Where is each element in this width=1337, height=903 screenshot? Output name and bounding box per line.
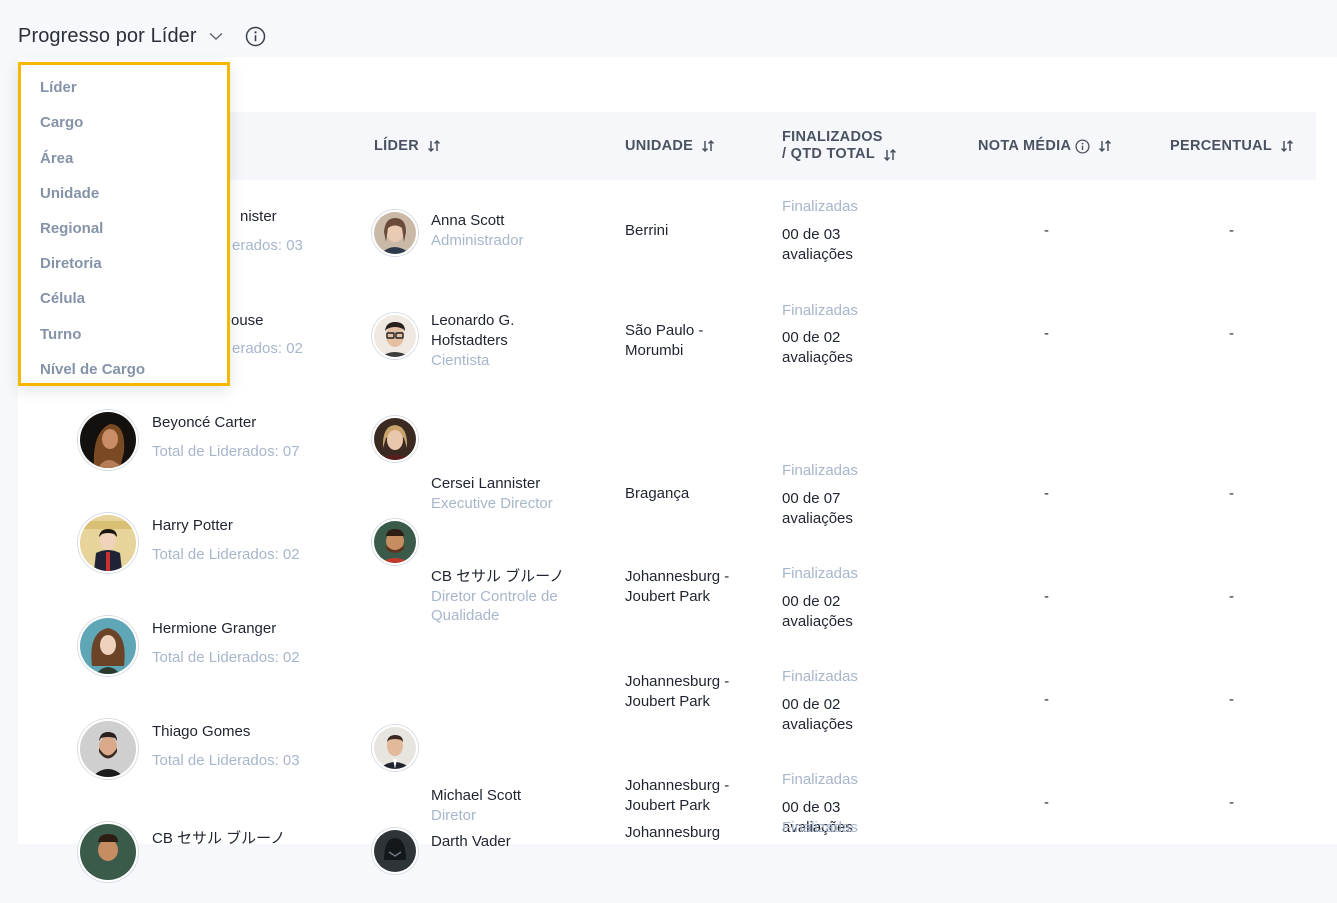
finalized-label: Finalizadas bbox=[782, 771, 858, 788]
unit-value: Berrini bbox=[625, 222, 669, 239]
column-header-avg[interactable]: NOTA MÉDIA bbox=[978, 112, 1112, 180]
average-score: - bbox=[1044, 222, 1049, 239]
row-name: ouse bbox=[231, 312, 264, 329]
leader-avatar bbox=[372, 210, 418, 256]
leader-name: Anna Scott bbox=[431, 212, 505, 229]
column-header-leader[interactable]: LÍDER bbox=[374, 112, 441, 180]
row-name: Beyoncé Carter bbox=[152, 414, 257, 431]
group-by-dropdown[interactable]: Líder Cargo Área Unidade Regional Direto… bbox=[18, 62, 230, 386]
leader-role: Cientista bbox=[431, 352, 490, 369]
column-header-unit[interactable]: UNIDADE bbox=[625, 112, 715, 180]
row-name: CB セサル ブルーノ bbox=[152, 830, 286, 847]
column-header-percent-label: PERCENTUAL bbox=[1170, 138, 1273, 154]
leader-role: Administrador bbox=[431, 232, 524, 249]
leader-avatar bbox=[372, 313, 418, 359]
leader-avatar bbox=[372, 416, 418, 462]
table-row[interactable]: CB セサル ブルーノ Darth Vader Johannesburg Fin… bbox=[18, 800, 1316, 903]
row-subordinates-count: erados: 03 bbox=[232, 237, 303, 254]
table-row[interactable]: Thiago Gomes Total de Liderados: 03 Mich… bbox=[18, 697, 1316, 836]
finalized-label: Finalizadas bbox=[782, 819, 858, 836]
table-row[interactable]: Harry Potter Total de Liderados: 02 CB セ… bbox=[18, 491, 1316, 630]
column-header-avg-label: NOTA MÉDIA bbox=[978, 138, 1072, 154]
leader-avatar bbox=[372, 519, 418, 565]
finalized-value: 00 de 02 avaliações bbox=[782, 329, 853, 366]
avatar bbox=[78, 719, 138, 779]
dropdown-item-shift[interactable]: Turno bbox=[40, 326, 81, 343]
info-icon[interactable] bbox=[1075, 138, 1090, 154]
avatar bbox=[78, 822, 138, 882]
row-subordinates-count: erados: 02 bbox=[232, 340, 303, 357]
leader-avatar bbox=[372, 828, 418, 874]
column-header-leader-label: LÍDER bbox=[374, 138, 419, 154]
dropdown-item-role-level[interactable]: Nível de Cargo bbox=[40, 361, 145, 378]
avatar bbox=[78, 616, 138, 676]
leader-avatar bbox=[372, 725, 418, 771]
row-name: Harry Potter bbox=[152, 517, 233, 534]
sort-icon[interactable] bbox=[1098, 139, 1112, 153]
avatar bbox=[78, 513, 138, 573]
finalized-label: Finalizadas bbox=[782, 302, 858, 319]
leader-name: Leonardo G. Hofstadters bbox=[431, 312, 515, 349]
column-header-finalized-line2: / QTD TOTAL bbox=[782, 146, 875, 162]
column-header-unit-label: UNIDADE bbox=[625, 138, 694, 154]
dropdown-item-board[interactable]: Diretoria bbox=[40, 255, 102, 272]
row-subordinates-count: Total de Liderados: 02 bbox=[152, 546, 300, 563]
chevron-down-icon[interactable] bbox=[209, 29, 223, 43]
info-icon[interactable] bbox=[245, 25, 267, 47]
finalized-label: Finalizadas bbox=[782, 198, 858, 215]
finalized-label: Finalizadas bbox=[782, 668, 858, 685]
row-subordinates-count: Total de Liderados: 02 bbox=[152, 649, 300, 666]
leader-name: CB セサル ブルーノ bbox=[431, 568, 565, 585]
sort-icon[interactable] bbox=[883, 148, 897, 162]
dropdown-item-role[interactable]: Cargo bbox=[40, 114, 83, 131]
table-row[interactable]: Beyoncé Carter Total de Liderados: 07 Ce… bbox=[18, 388, 1316, 527]
dropdown-item-regional[interactable]: Regional bbox=[40, 220, 103, 237]
sort-icon[interactable] bbox=[1280, 139, 1294, 153]
table-row[interactable]: Hermione Granger Total de Liderados: 02 … bbox=[18, 594, 1316, 733]
page-header: Progresso por Líder bbox=[18, 22, 267, 50]
row-name: nister bbox=[240, 208, 277, 225]
row-name: Thiago Gomes bbox=[152, 723, 251, 740]
percent-value: - bbox=[1229, 325, 1234, 342]
sort-icon[interactable] bbox=[427, 139, 441, 153]
column-header-percent[interactable]: PERCENTUAL bbox=[1170, 112, 1294, 180]
unit-value: São Paulo - Morumbi bbox=[625, 322, 704, 359]
row-subordinates-count: Total de Liderados: 03 bbox=[152, 752, 300, 769]
row-subordinates-count: Total de Liderados: 07 bbox=[152, 443, 300, 460]
dropdown-item-cell[interactable]: Célula bbox=[40, 290, 85, 307]
dropdown-item-area[interactable]: Área bbox=[40, 150, 73, 167]
avatar bbox=[78, 410, 138, 470]
leader-name: Darth Vader bbox=[431, 833, 511, 850]
percent-value: - bbox=[1229, 222, 1234, 239]
dropdown-item-unit[interactable]: Unidade bbox=[40, 185, 99, 202]
finalized-value: 00 de 03 avaliações bbox=[782, 226, 853, 263]
column-header-finalized-line1: FINALIZADOS bbox=[782, 129, 883, 145]
average-score: - bbox=[1044, 325, 1049, 342]
unit-value: Johannesburg bbox=[625, 824, 721, 841]
row-name: Hermione Granger bbox=[152, 620, 277, 637]
dropdown-item-leader[interactable]: Líder bbox=[40, 79, 77, 96]
finalized-label: Finalizadas bbox=[782, 462, 858, 479]
sort-icon[interactable] bbox=[701, 139, 715, 153]
finalized-label: Finalizadas bbox=[782, 565, 858, 582]
column-header-finalized[interactable]: FINALIZADOS / QTD TOTAL bbox=[782, 112, 897, 180]
page-title[interactable]: Progresso por Líder bbox=[18, 25, 197, 48]
